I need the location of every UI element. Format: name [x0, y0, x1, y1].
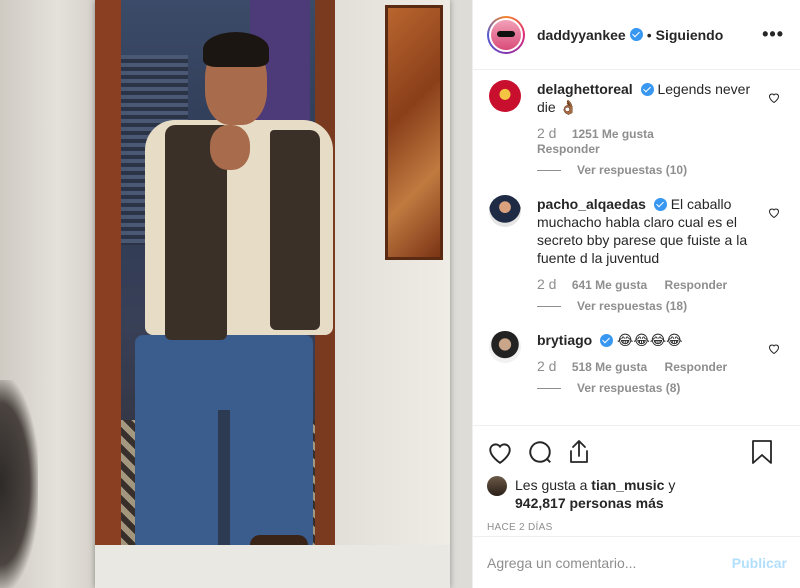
comments-list[interactable]: delaghettoreal Legends never die 👌🏾 2 d …	[473, 70, 800, 425]
comment-likes[interactable]: 518 Me gusta	[572, 360, 647, 374]
likes-conjunction: y	[668, 477, 676, 493]
photo-person-hand	[210, 125, 250, 170]
comment-item: pacho_alqaedas El caballo muchacho habla…	[489, 195, 784, 313]
view-replies-label: Ver respuestas (18)	[577, 299, 688, 313]
view-replies-button[interactable]: Ver respuestas (10)	[537, 163, 784, 177]
comment-meta: 2 d 641 Me gusta Responder	[537, 277, 784, 293]
ellipsis-icon[interactable]: •••	[762, 24, 784, 45]
view-replies-button[interactable]: Ver respuestas (8)	[537, 381, 784, 395]
commenter-avatar[interactable]	[489, 331, 521, 363]
follow-status-button[interactable]: Siguiendo	[656, 27, 724, 43]
liker-username[interactable]: tian_music	[591, 477, 664, 493]
comment-time[interactable]: 2 d	[537, 276, 556, 292]
action-icons	[487, 436, 787, 468]
reply-button[interactable]: Responder	[665, 360, 728, 374]
photo-door-frame	[95, 0, 121, 560]
heart-icon[interactable]	[768, 92, 780, 103]
likes-text: Les gusta a tian_music y 942,817 persona…	[515, 476, 675, 512]
comment-text: brytiago 😂😂😂😂	[537, 331, 757, 349]
reply-button[interactable]: Responder	[537, 142, 600, 156]
comment-username[interactable]: pacho_alqaedas	[537, 196, 646, 212]
likes-prefix: Les gusta a	[515, 477, 588, 493]
heart-icon[interactable]	[768, 207, 780, 218]
reply-line	[537, 305, 561, 307]
comment-icon[interactable]	[527, 439, 553, 465]
verified-badge-icon	[600, 334, 614, 347]
comment-likes[interactable]: 641 Me gusta	[572, 278, 647, 292]
view-replies-button[interactable]: Ver respuestas (18)	[537, 299, 784, 313]
comment-username[interactable]: delaghettoreal	[537, 81, 633, 97]
publish-button[interactable]: Publicar	[732, 555, 787, 571]
comment-time[interactable]: 2 d	[537, 125, 556, 141]
heart-icon[interactable]	[768, 343, 780, 354]
comment-body: 😂😂😂😂	[617, 332, 683, 348]
author-avatar[interactable]	[487, 15, 525, 54]
comment-item: delaghettoreal Legends never die 👌🏾 2 d …	[489, 80, 784, 177]
comment-meta: 2 d 518 Me gusta Responder	[537, 359, 784, 375]
likes-summary[interactable]: Les gusta a tian_music y 942,817 persona…	[487, 476, 787, 512]
photo-shadow	[0, 380, 38, 588]
comment-meta: 2 d 1251 Me gusta Responder	[537, 126, 784, 157]
view-replies-label: Ver respuestas (8)	[577, 381, 681, 395]
author-avatar-image	[491, 19, 521, 50]
comment-time[interactable]: 2 d	[537, 358, 556, 374]
reply-line	[537, 169, 561, 171]
comment-input[interactable]	[487, 554, 732, 571]
comment-item: brytiago 😂😂😂😂 2 d 518 Me gusta Responder…	[489, 331, 784, 395]
photo-person-jeans-gap	[218, 410, 230, 550]
comment-text: pacho_alqaedas El caballo muchacho habla…	[537, 195, 757, 267]
photo-cabinet	[385, 5, 443, 260]
separator-dot: •	[646, 26, 652, 43]
verified-badge-icon	[653, 198, 667, 211]
post-timestamp[interactable]: HACE 2 DÍAS	[487, 522, 787, 533]
view-replies-label: Ver respuestas (10)	[577, 163, 688, 177]
verified-badge-icon	[640, 83, 654, 96]
share-icon[interactable]	[567, 439, 591, 465]
comment-text: delaghettoreal Legends never die 👌🏾	[537, 80, 757, 116]
comment-username[interactable]: brytiago	[537, 332, 592, 348]
commenter-avatar[interactable]	[489, 195, 521, 227]
commenter-avatar[interactable]	[489, 80, 521, 112]
post-header: daddyyankee • Siguiendo •••	[473, 0, 800, 70]
photo-person-vest-right	[270, 130, 320, 330]
heart-icon[interactable]	[487, 440, 513, 464]
post-actions: Les gusta a tian_music y 942,817 persona…	[473, 425, 800, 533]
post-photo[interactable]	[0, 0, 472, 588]
reply-line	[537, 387, 561, 389]
author-username[interactable]: daddyyankee	[537, 27, 626, 43]
post-panel: daddyyankee • Siguiendo ••• delaghettore…	[472, 0, 800, 588]
bookmark-icon[interactable]	[751, 439, 773, 465]
liker-avatar	[487, 476, 507, 496]
likes-count[interactable]: 942,817 personas más	[515, 495, 664, 511]
add-comment-bar: Publicar	[473, 536, 800, 588]
photo-bottom-edge	[95, 545, 450, 588]
verified-badge-icon	[629, 28, 643, 41]
photo-person-hair	[203, 32, 269, 67]
reply-button[interactable]: Responder	[665, 278, 728, 292]
comment-likes[interactable]: 1251 Me gusta	[572, 127, 654, 141]
